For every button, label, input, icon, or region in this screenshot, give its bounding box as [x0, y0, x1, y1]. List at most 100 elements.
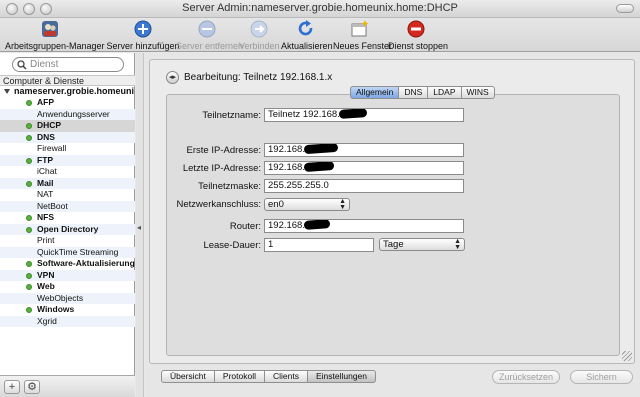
add-server-label: Server hinzufügen	[106, 41, 180, 51]
server-label: nameserver.grobie.homeuni	[14, 86, 135, 96]
status-running-icon	[26, 100, 32, 106]
status-running-icon	[26, 284, 32, 290]
lease-unit-popup[interactable]: Tage ▲ ▼	[379, 238, 465, 251]
service-view-tabs: Übersicht Protokoll Clients Einstellungen	[161, 370, 377, 383]
service-item-anwendungsserver[interactable]: Anwendungsserver	[0, 109, 135, 121]
sidebar-splitter[interactable]: ◂	[136, 53, 144, 397]
service-item-vpn[interactable]: VPN	[0, 270, 135, 282]
start-ip-input[interactable]: 192.168.	[264, 143, 464, 157]
service-item-afp[interactable]: AFP	[0, 97, 135, 109]
service-label: Windows	[37, 304, 75, 314]
service-item-nat[interactable]: NAT	[0, 189, 135, 201]
service-label: Web	[37, 281, 55, 291]
service-label: Software-Aktualisierung	[37, 258, 135, 268]
service-label: Open Directory	[37, 223, 99, 234]
network-interface-popup[interactable]: en0 ▲ ▼	[264, 198, 350, 211]
service-item-webobjects[interactable]: WebObjects	[0, 293, 135, 305]
search-field[interactable]: Dienst	[12, 57, 124, 72]
service-item-firewall[interactable]: Firewall	[0, 143, 135, 155]
service-item-ichat[interactable]: iChat	[0, 166, 135, 178]
service-item-mail[interactable]: Mail	[0, 178, 135, 190]
status-running-icon	[26, 180, 32, 187]
network-interface-label: Netzwerkanschluss:	[176, 199, 261, 210]
back-button[interactable]: ◂▸	[166, 71, 179, 84]
service-item-nfs[interactable]: NFS	[0, 212, 135, 224]
tab-dns[interactable]: DNS	[399, 86, 429, 99]
lease-duration-label: Lease-Dauer:	[203, 240, 261, 251]
workgroup-manager-button[interactable]: Arbeitsgruppen-Manager	[5, 19, 105, 51]
title-bar: Server Admin:nameserver.grobie.homeunix.…	[0, 0, 640, 18]
router-input[interactable]: 192.168.	[264, 219, 464, 233]
view-tab-einstellungen[interactable]: Einstellungen	[307, 370, 377, 383]
status-running-icon	[26, 134, 32, 141]
revert-button[interactable]: Zurücksetzen	[492, 370, 560, 384]
service-item-print[interactable]: Print	[0, 235, 135, 247]
status-running-icon	[26, 215, 32, 221]
action-menu-button[interactable]: ⚙	[24, 380, 40, 394]
new-window-button[interactable]: Neues Fenster	[333, 19, 392, 51]
service-item-quicktime-streaming[interactable]: QuickTime Streaming	[0, 247, 135, 259]
close-window-button[interactable]	[6, 3, 18, 15]
service-label: Mail	[37, 177, 54, 188]
subnet-name-label: Teilnetzname:	[202, 110, 261, 121]
view-tab--bersicht[interactable]: Übersicht	[161, 370, 215, 383]
service-item-xgrid[interactable]: Xgrid	[0, 316, 135, 328]
status-running-icon	[26, 226, 32, 233]
refresh-button[interactable]: Aktualisieren	[281, 19, 333, 51]
end-ip-input[interactable]: 192.168.	[264, 161, 464, 175]
status-running-icon	[26, 272, 32, 279]
status-running-icon	[26, 123, 32, 129]
service-item-open-directory[interactable]: Open Directory	[0, 224, 135, 236]
add-server-button[interactable]: Server hinzufügen	[105, 19, 181, 51]
service-label: VPN	[37, 269, 55, 280]
disclosure-triangle-icon[interactable]	[4, 89, 10, 94]
add-server-small-button[interactable]: +	[4, 380, 20, 394]
toolbar-toggle-button[interactable]	[616, 4, 634, 13]
service-label: NAT	[37, 189, 54, 199]
server-item[interactable]: nameserver.grobie.homeuni	[0, 86, 135, 97]
connect-button[interactable]: Verbinden	[239, 19, 280, 51]
back-arrow-icon: ◂▸	[168, 74, 177, 81]
subnet-name-input[interactable]: Teilnetz 192.168.	[264, 108, 464, 122]
remove-server-icon	[198, 20, 216, 38]
service-label: Anwendungsserver	[37, 108, 110, 119]
subnet-mask-input[interactable]: 255.255.255.0	[264, 179, 464, 193]
remove-server-button[interactable]: Server entfernen	[176, 19, 243, 51]
redaction-mark	[303, 220, 331, 230]
service-item-dns[interactable]: DNS	[0, 132, 135, 144]
connect-label: Verbinden	[239, 41, 280, 51]
view-tab-protokoll[interactable]: Protokoll	[214, 370, 265, 383]
tab-wins[interactable]: WINS	[461, 86, 495, 99]
lease-duration-value: 1	[268, 239, 274, 250]
service-item-dhcp[interactable]: DHCP	[0, 120, 135, 132]
connect-icon	[250, 20, 268, 38]
subnet-form: Teilnetzname: Teilnetz 192.168. Erste IP…	[166, 94, 620, 356]
sidebar-bottom-bar: + ⚙	[0, 375, 135, 397]
service-item-windows[interactable]: Windows	[0, 304, 135, 316]
service-item-netboot[interactable]: NetBoot	[0, 201, 135, 213]
tab-allgemein[interactable]: Allgemein	[350, 86, 400, 99]
save-button[interactable]: Sichern	[570, 370, 633, 384]
workgroup-manager-label: Arbeitsgruppen-Manager	[5, 41, 105, 51]
minimize-window-button[interactable]	[23, 3, 35, 15]
stop-service-button[interactable]: Dienst stoppen	[388, 19, 448, 51]
refresh-icon	[298, 20, 313, 36]
edit-title: Bearbeitung: Teilnetz 192.168.1.x	[184, 72, 333, 83]
service-item-web[interactable]: Web	[0, 281, 135, 293]
service-item-ftp[interactable]: FTP	[0, 155, 135, 167]
popup-arrows-icon: ▲ ▼	[454, 238, 461, 251]
service-label: NFS	[37, 212, 54, 222]
service-item-software-aktualisierung[interactable]: Software-Aktualisierung	[0, 258, 135, 270]
service-label: FTP	[37, 154, 54, 165]
collapse-arrow-icon[interactable]: ◂	[137, 223, 141, 232]
resize-grip-icon[interactable]	[622, 351, 632, 361]
subnet-name-value: Teilnetz 192.168.	[268, 109, 340, 120]
tab-ldap[interactable]: LDAP	[428, 86, 462, 99]
settings-panel: ◂▸ Bearbeitung: Teilnetz 192.168.1.x All…	[149, 59, 635, 364]
router-label: Router:	[229, 221, 261, 232]
end-ip-label: Letzte IP-Adresse:	[182, 163, 261, 174]
view-tab-clients[interactable]: Clients	[264, 370, 308, 383]
zoom-window-button[interactable]	[40, 3, 52, 15]
lease-duration-input[interactable]: 1	[264, 238, 374, 252]
popup-arrows-icon: ▲ ▼	[339, 198, 346, 211]
